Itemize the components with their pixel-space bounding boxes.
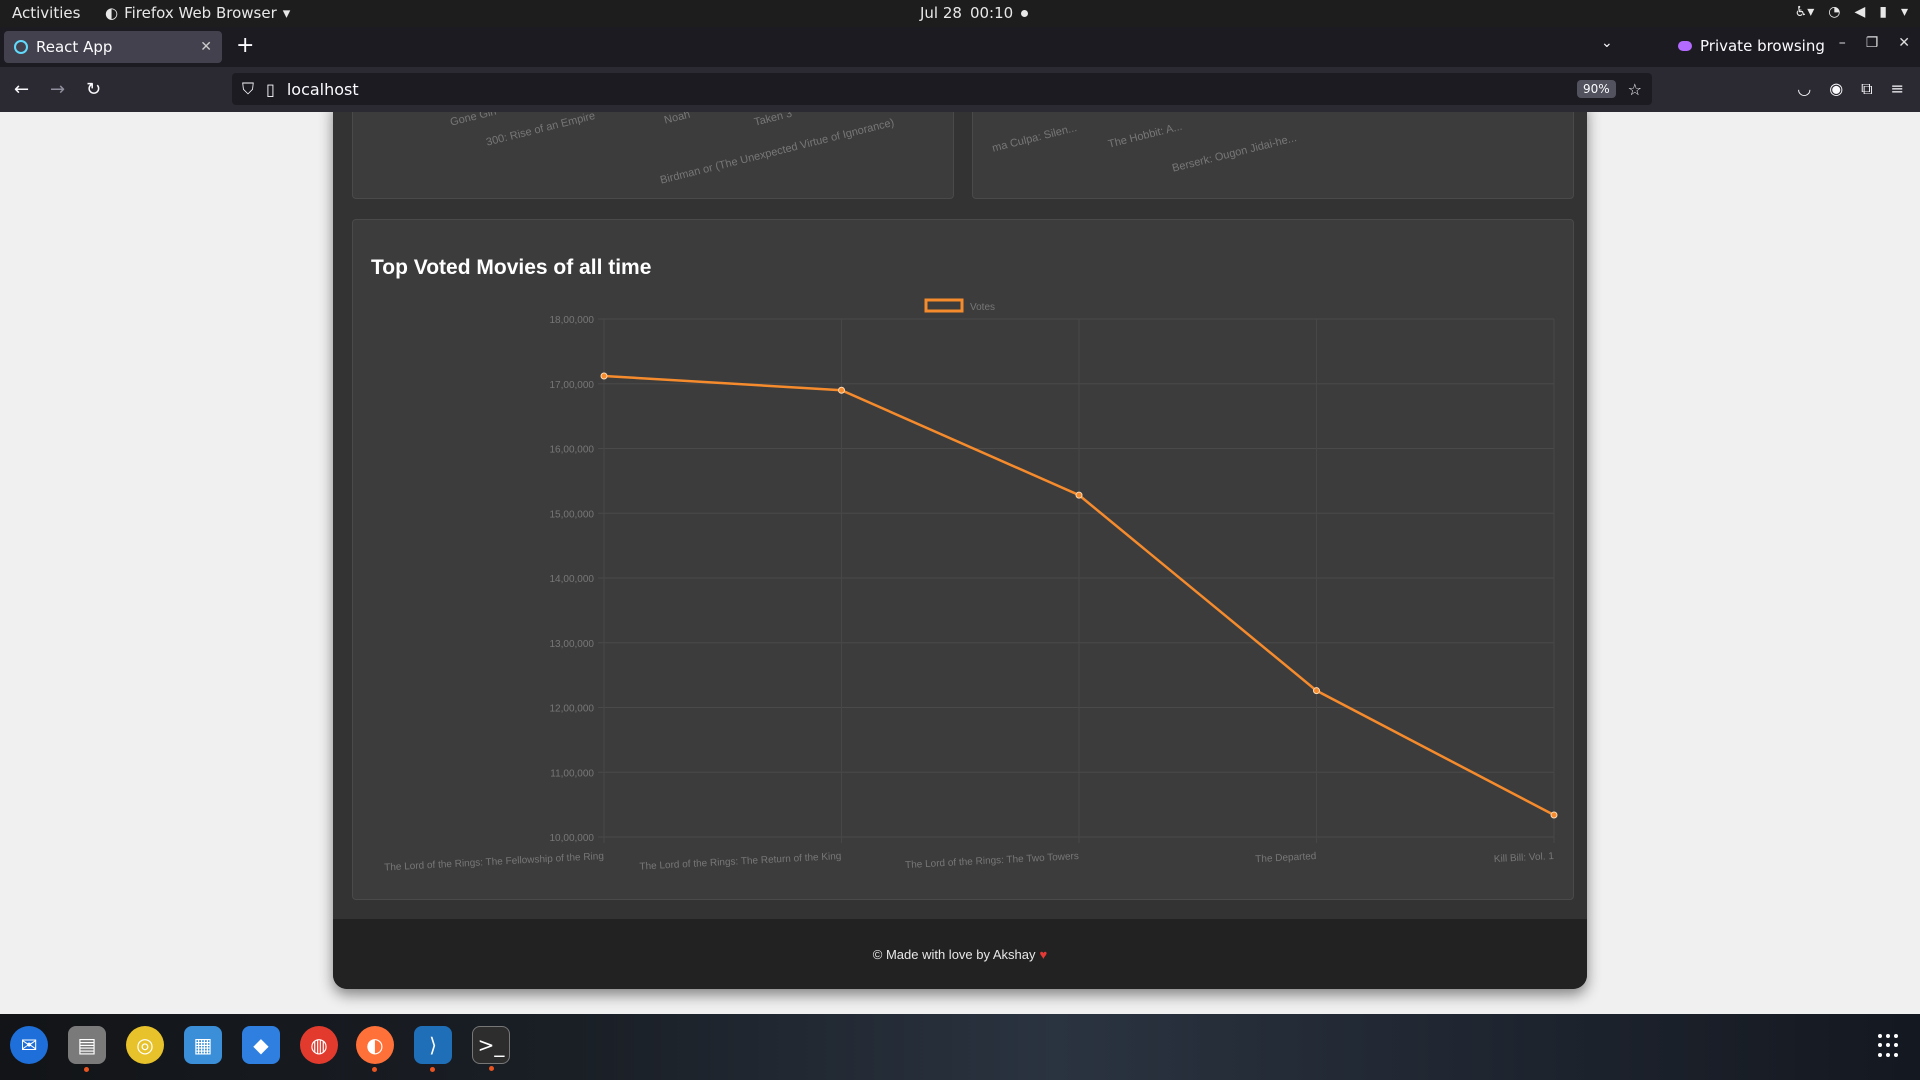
x-tick-label: Kill Bill: Vol. 1	[1494, 851, 1555, 865]
heart-icon: ♥	[1039, 946, 1048, 962]
firefox-icon: ◐	[105, 4, 119, 22]
system-tray[interactable]: ♿▾ ◔ ◀ ▮ ▾	[1795, 4, 1908, 20]
x-tick-label: Noah	[663, 112, 692, 127]
tab-react-app[interactable]: React App ✕	[4, 31, 222, 63]
zoom-level[interactable]: 90%	[1576, 80, 1616, 98]
battery-icon: ▮	[1879, 4, 1887, 20]
volume-icon: ◀	[1854, 4, 1866, 20]
line-chart: 18,00,000 17,00,000 16,00,000 15,00,000 14,0…	[384, 298, 1558, 874]
data-point	[1313, 687, 1320, 695]
x-tick-label: The Departed	[1255, 851, 1317, 865]
wifi-icon: ◔	[1828, 4, 1841, 20]
close-tab-icon[interactable]: ✕	[200, 39, 212, 55]
show-apps-icon[interactable]	[1878, 1034, 1902, 1058]
page-viewport: Gone Girl 300: Rise of an Empire Noah Ta…	[0, 112, 1920, 1014]
previous-chart-card-left: Gone Girl 300: Rise of an Empire Noah Ta…	[352, 112, 954, 199]
running-indicator	[430, 1067, 435, 1072]
tracking-shield-icon[interactable]: ⛉	[242, 79, 254, 99]
legend-label: Votes	[970, 302, 995, 313]
clock-time: 00:10	[969, 4, 1014, 22]
help-icon[interactable]: ◍	[300, 1026, 338, 1064]
x-tick-label: Taken 3	[753, 112, 794, 129]
activities-button[interactable]: Activities	[12, 4, 80, 22]
pocket-icon[interactable]: ◡	[1797, 79, 1811, 99]
x-tick-label: ma Culpa: Silen...	[991, 121, 1079, 155]
list-all-tabs-icon[interactable]: ⌄	[1601, 35, 1613, 51]
firefox-dock-icon[interactable]: ◐	[356, 1026, 394, 1072]
caret-down-icon: ▾	[282, 4, 291, 22]
back-icon[interactable]: ←	[14, 79, 29, 100]
y-tick-label: 14,00,000	[550, 574, 595, 585]
files-icon[interactable]: ▤	[68, 1026, 106, 1072]
clock[interactable]: Jul 28 00:10	[920, 4, 1029, 22]
reload-icon[interactable]: ↻	[86, 79, 101, 100]
url-bar[interactable]: ⛉ ▯ localhost 90% ☆	[232, 73, 1652, 105]
y-tick-label: 18,00,000	[550, 315, 595, 326]
private-browsing-label: Private browsing	[1700, 37, 1825, 55]
notification-dot-icon	[1021, 9, 1029, 17]
thunderbird-icon[interactable]: ✉	[10, 1026, 48, 1064]
clock-date: Jul 28	[920, 4, 962, 22]
data-point	[1550, 811, 1558, 819]
react-favicon-icon	[14, 40, 28, 54]
dock: ✉ ▤ ◎ ▦ ◆ ◍ ◐ ⟩ >_	[0, 1014, 1920, 1080]
y-tick-label: 11,00,000	[550, 768, 594, 779]
private-browsing-indicator: Private browsing	[1678, 37, 1825, 55]
running-indicator	[372, 1067, 377, 1072]
x-tick-label: The Lord of the Rings: The Fellowship of…	[384, 851, 604, 873]
vscode-icon[interactable]: ⟩	[414, 1026, 452, 1072]
system-top-bar: Activities ◐ Firefox Web Browser ▾ Jul 2…	[0, 0, 1920, 27]
x-tick-label: The Hobbit: A...	[1107, 120, 1184, 151]
data-point	[838, 386, 845, 394]
restore-icon[interactable]: ❐	[1866, 35, 1879, 51]
page-icon: ▯	[266, 79, 275, 99]
y-tick-label: 12,00,000	[550, 704, 595, 715]
url-text[interactable]: localhost	[287, 80, 1565, 99]
extensions-icon[interactable]: ⧉	[1861, 79, 1872, 99]
private-mask-icon	[1678, 41, 1692, 51]
app-menu-label: Firefox Web Browser	[124, 4, 277, 22]
y-tick-label: 10,00,000	[550, 833, 595, 844]
running-indicator	[84, 1067, 89, 1072]
writer-icon[interactable]: ▦	[184, 1026, 222, 1064]
data-point	[600, 372, 608, 380]
account-icon[interactable]: ◉	[1829, 79, 1843, 99]
x-tick-label: The Lord of the Rings: The Return of the…	[639, 851, 841, 873]
x-tick-label: The Lord of the Rings: The Two Towers	[905, 851, 1079, 871]
window-controls: – ❐ ✕	[1839, 35, 1910, 51]
navigation-toolbar: ← → ↻ ⛉ ▯ localhost 90% ☆ ◡ ◉ ⧉ ≡	[0, 67, 1920, 112]
rhythmbox-icon[interactable]: ◎	[126, 1026, 164, 1064]
tab-strip: React App ✕ + ⌄ Private browsing – ❐ ✕	[0, 27, 1920, 67]
x-tick-label: 300: Rise of an Empire	[485, 112, 597, 149]
toolbar-right: ◡ ◉ ⧉ ≡	[1797, 79, 1904, 99]
previous-chart-card-right: ma Culpa: Silen... The Hobbit: A... Bers…	[972, 112, 1574, 199]
terminal-icon[interactable]: >_	[472, 1026, 510, 1071]
legend-swatch	[924, 298, 964, 313]
running-indicator	[489, 1066, 494, 1071]
x-tick-label: Gone Girl	[449, 112, 498, 129]
tab-title: React App	[36, 38, 113, 56]
y-tick-label: 17,00,000	[550, 380, 595, 391]
new-tab-button[interactable]: +	[236, 33, 254, 58]
y-tick-label: 13,00,000	[550, 639, 595, 650]
app-container: Gone Girl 300: Rise of an Empire Noah Ta…	[333, 112, 1587, 989]
x-tick-label: Berserk: Ougon Jidai-he...	[1171, 132, 1298, 175]
power-menu-icon: ▾	[1900, 4, 1908, 20]
bookmark-star-icon[interactable]: ☆	[1628, 80, 1642, 99]
jira-icon[interactable]: ◆	[242, 1026, 280, 1064]
data-point	[1075, 491, 1083, 499]
y-tick-label: 16,00,000	[550, 445, 595, 456]
x-tick-label: Birdman or (The Unexpected Virtue of Ign…	[659, 116, 896, 187]
minimize-icon[interactable]: –	[1839, 35, 1846, 51]
y-tick-label: 15,00,000	[550, 509, 595, 520]
forward-icon[interactable]: →	[50, 79, 65, 100]
footer: © Made with love by Akshay ♥	[333, 919, 1587, 989]
accessibility-icon: ♿▾	[1794, 4, 1815, 20]
menu-icon[interactable]: ≡	[1891, 79, 1904, 99]
close-window-icon[interactable]: ✕	[1898, 35, 1910, 51]
footer-text: © Made with love by Akshay	[872, 946, 1036, 962]
top-voted-chart-card: Top Voted Movies of all time 18,00,000 17…	[352, 219, 1574, 900]
app-menu[interactable]: ◐ Firefox Web Browser ▾	[105, 4, 290, 22]
